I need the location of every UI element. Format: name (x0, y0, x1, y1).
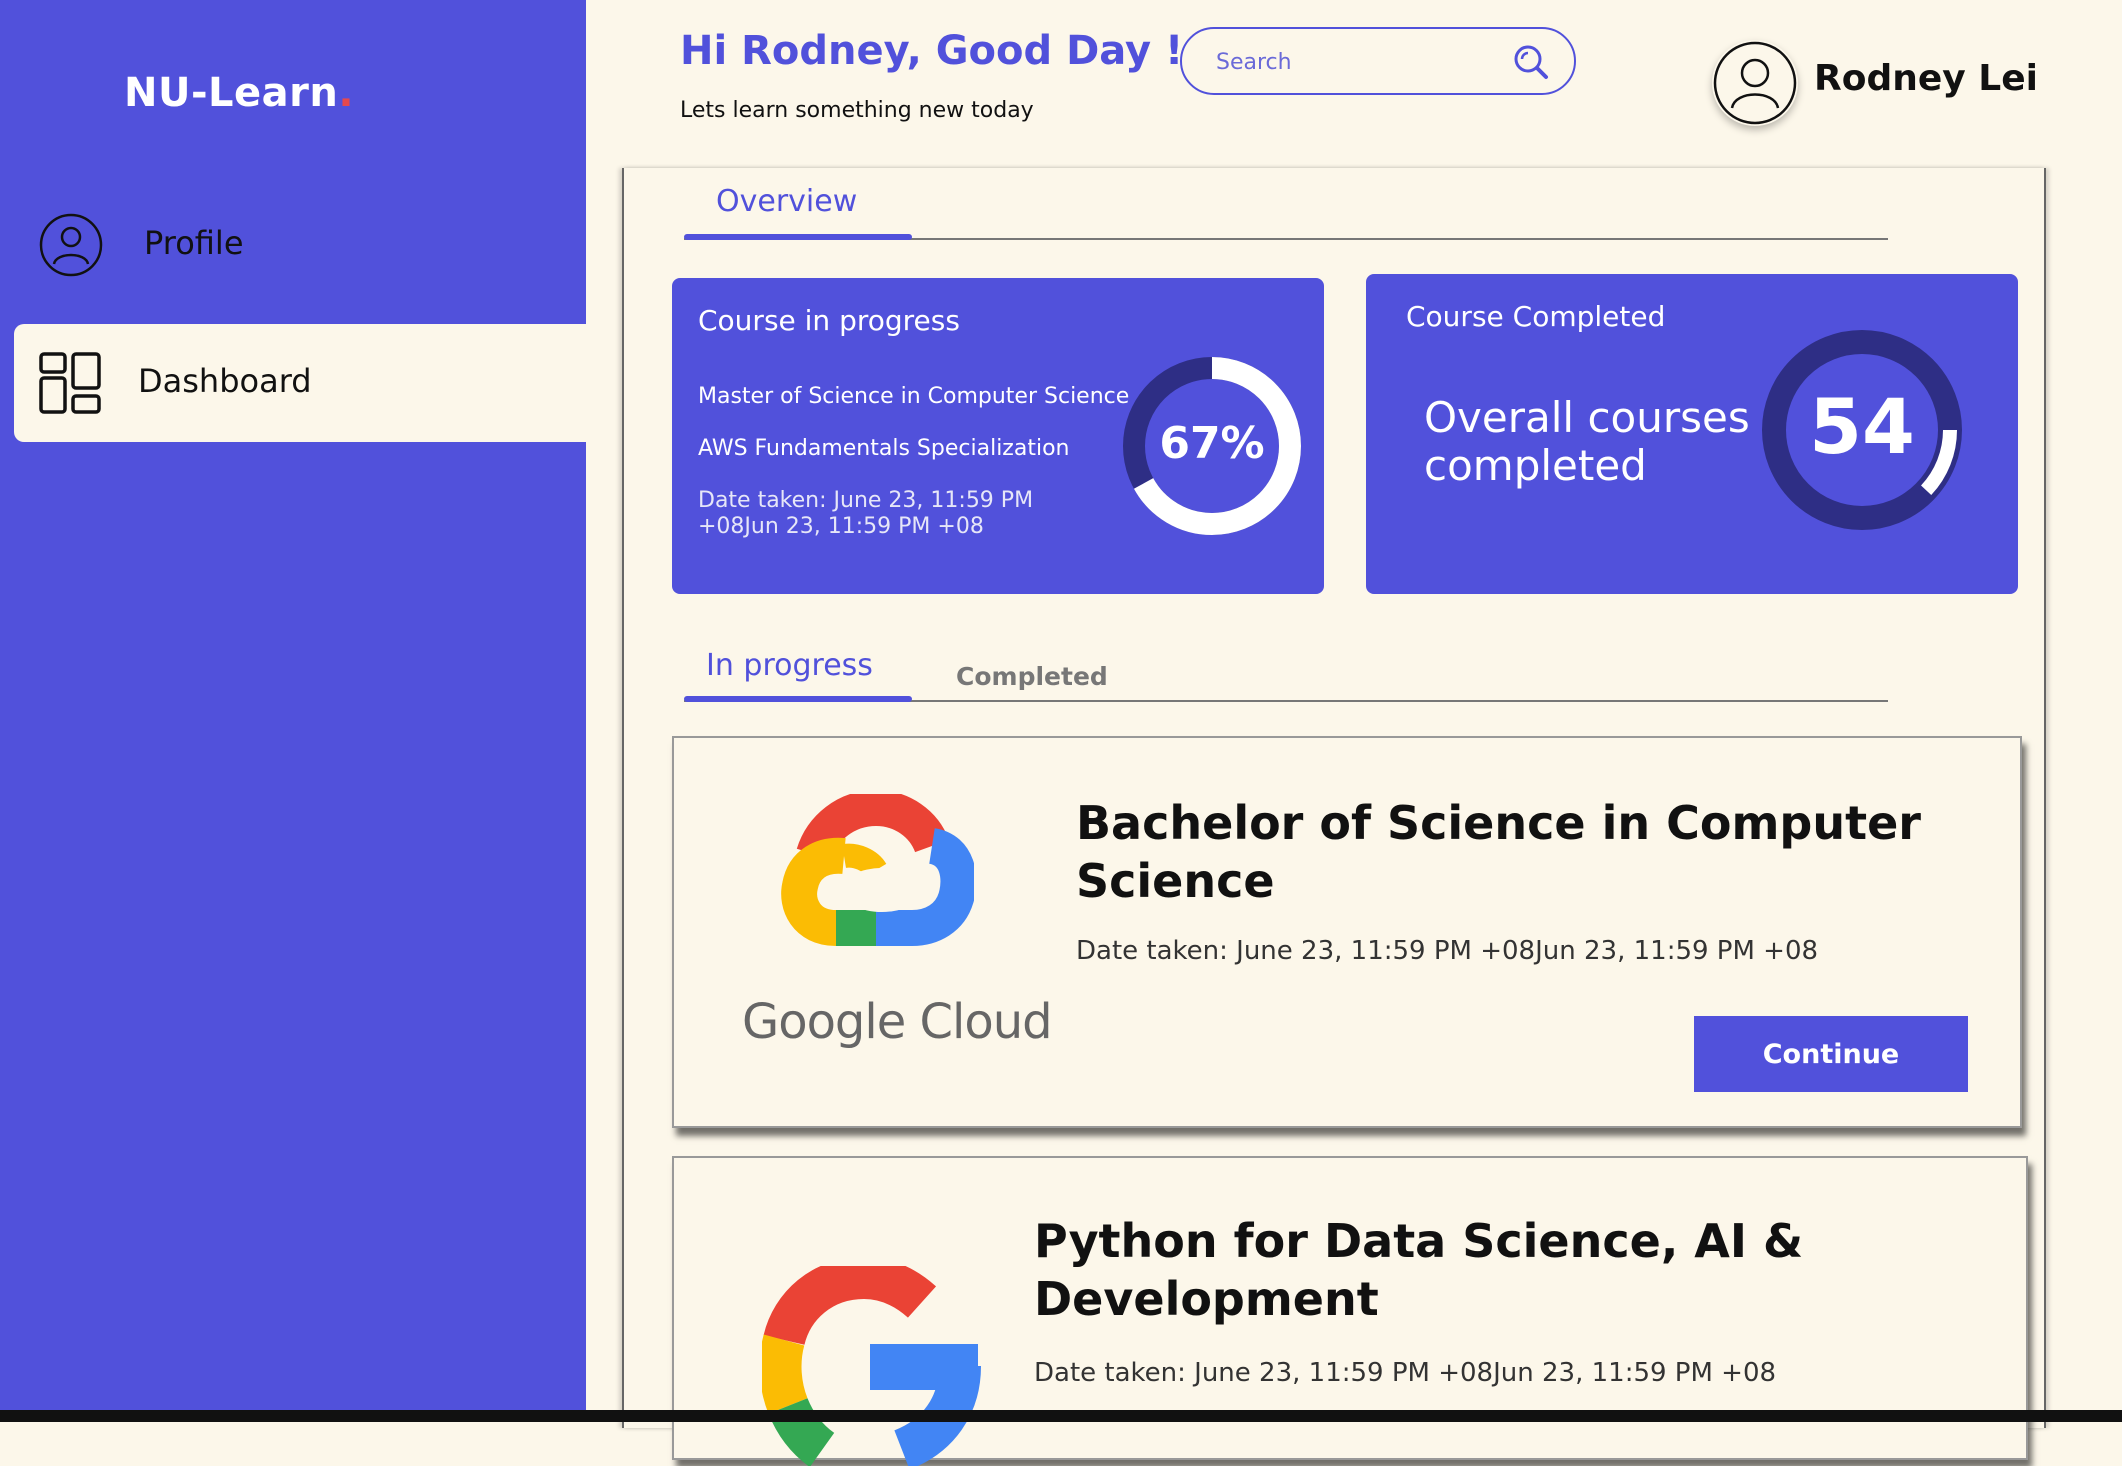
greeting-subtitle: Lets learn something new today (680, 98, 1034, 123)
course-completed-card[interactable]: Course Completed Overall courses complet… (1366, 274, 2018, 594)
course-card[interactable]: Google Cloud Bachelor of Science in Comp… (672, 736, 2022, 1128)
brand-dot: . (338, 70, 355, 116)
course-date: Date taken: June 23, 11:59 PM +08Jun 23,… (1076, 936, 1819, 966)
user-circle-icon (39, 213, 103, 277)
progress-percent-label: 67% (1159, 418, 1265, 469)
search-input[interactable] (1214, 43, 1508, 81)
course-date: Date taken: June 23, 11:59 PM +08Jun 23,… (1034, 1358, 1777, 1388)
avatar[interactable] (1712, 40, 1798, 126)
completed-count: 54 (1809, 382, 1915, 471)
in-progress-date: Date taken: June 23, 11:59 PM +08Jun 23,… (698, 488, 1034, 539)
continue-button[interactable]: Continue (1694, 1016, 1968, 1092)
card-title: Course in progress (698, 304, 960, 337)
greeting-heading: Hi Rodney, Good Day ! (680, 28, 1184, 74)
tab-active-indicator (684, 696, 912, 702)
google-cloud-logo-icon (781, 794, 974, 946)
tab-completed[interactable]: Completed (956, 662, 1108, 691)
course-title: Python for Data Science, AI & Developmen… (1034, 1214, 1804, 1326)
in-progress-course-item: Master of Science in Computer Science (698, 384, 1130, 409)
search-bar[interactable] (1180, 27, 1576, 95)
google-cloud-logo-text: Google Cloud (742, 994, 1053, 1050)
bottom-bar (0, 1410, 2122, 1422)
tab-in-progress[interactable]: In progress (706, 648, 873, 683)
sidebar: NU-Learn. Profile Dashboard (0, 0, 586, 1410)
sidebar-item-dashboard[interactable]: Dashboard (14, 324, 586, 442)
card-title: Course Completed (1406, 300, 1666, 333)
course-in-progress-card[interactable]: Course in progress Master of Science in … (672, 278, 1324, 594)
course-title: Bachelor of Science in Computer Science (1076, 796, 1921, 908)
sidebar-item-profile[interactable]: Profile (38, 212, 586, 278)
brand-logo[interactable]: NU-Learn. (124, 70, 354, 116)
brand-name: NU-Learn (124, 70, 339, 116)
completed-description: Overall courses completed (1424, 393, 1750, 490)
google-g-logo-icon (762, 1266, 981, 1466)
sidebar-item-label: Profile (144, 224, 244, 262)
user-name: Rodney Lei (1814, 58, 2038, 99)
in-progress-course-item: AWS Fundamentals Specialization (698, 436, 1070, 461)
search-icon[interactable] (1512, 43, 1550, 81)
tab-active-indicator (684, 234, 912, 240)
dashboard-grid-icon (39, 352, 101, 414)
sidebar-item-label: Dashboard (138, 362, 312, 400)
tab-overview[interactable]: Overview (716, 184, 857, 219)
